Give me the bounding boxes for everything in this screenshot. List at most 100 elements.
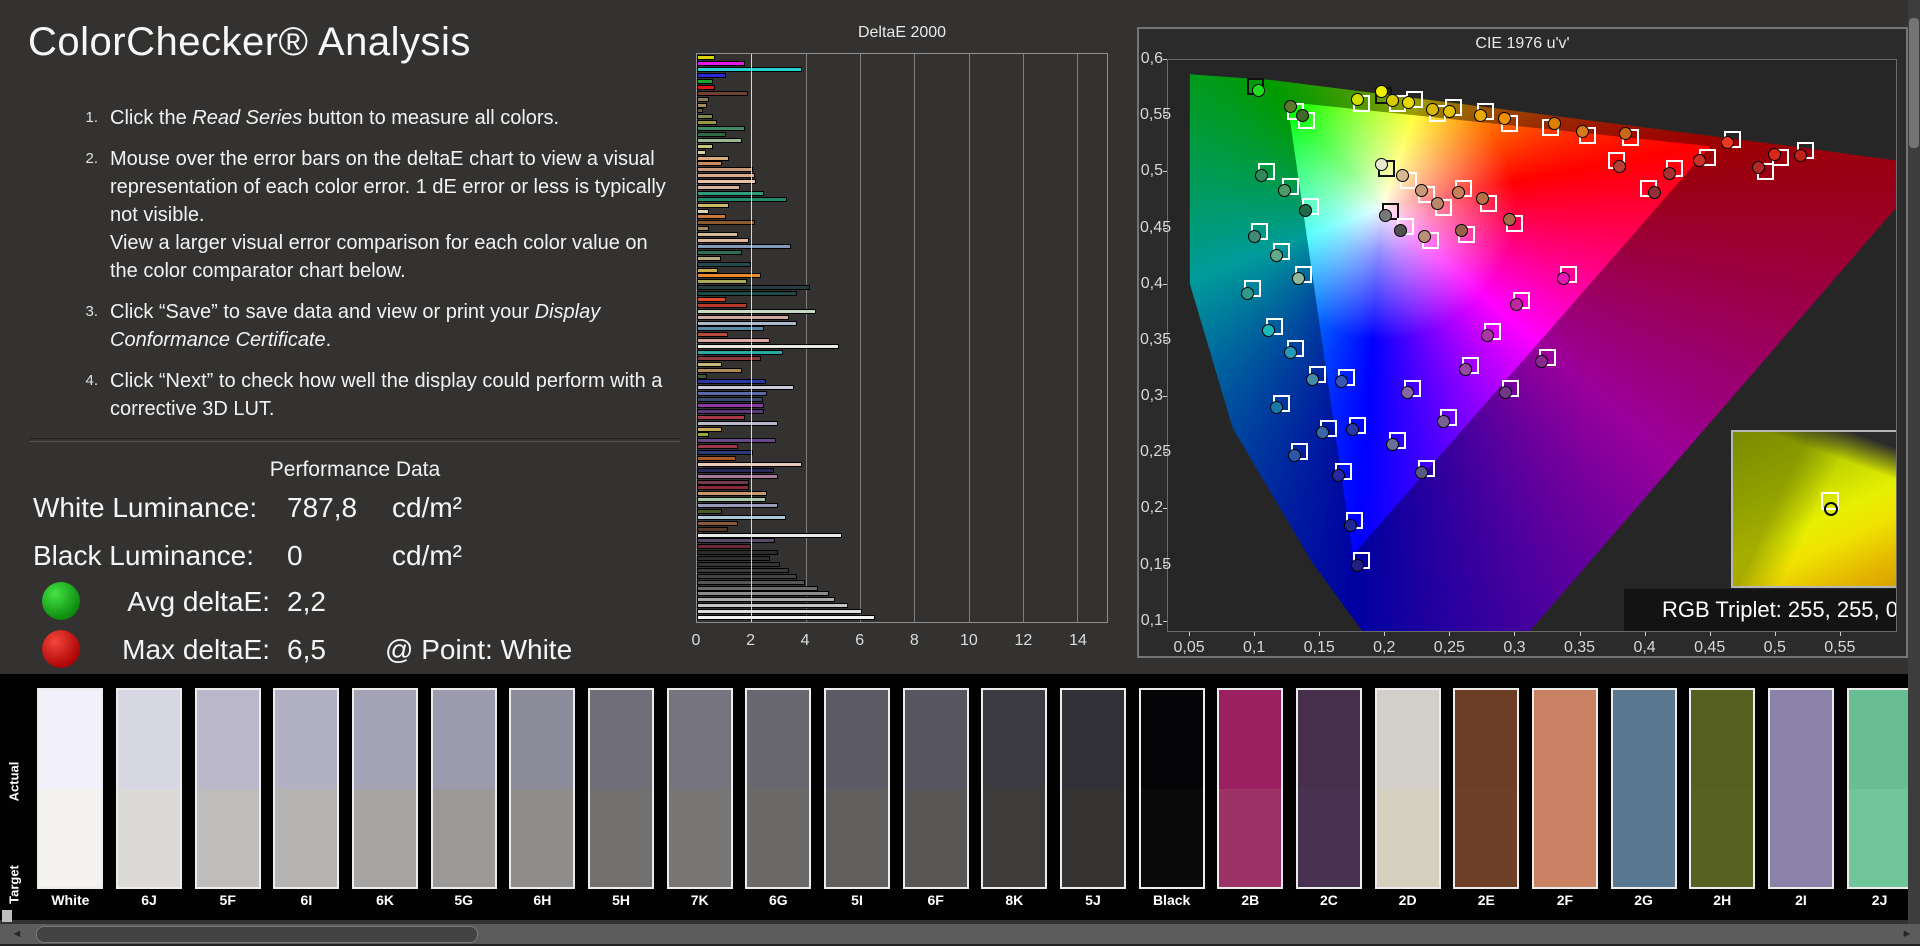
swatch-tile-2H[interactable]: [1689, 688, 1755, 889]
horizontal-scrollbar[interactable]: ◄ ►: [0, 924, 1920, 944]
deltae-error-bar[interactable]: [697, 167, 753, 172]
deltae-error-bar[interactable]: [697, 150, 706, 155]
deltae-error-bar[interactable]: [697, 491, 767, 496]
deltae-error-bar[interactable]: [697, 521, 738, 526]
deltae-error-bar[interactable]: [697, 603, 848, 608]
deltae-error-bar[interactable]: [697, 326, 764, 331]
deltae-error-bar[interactable]: [697, 597, 835, 602]
scroll-right-arrow-icon[interactable]: ►: [1898, 924, 1916, 944]
deltae-error-bar[interactable]: [697, 291, 797, 296]
deltae-error-bar[interactable]: [697, 609, 862, 614]
deltae-error-bar[interactable]: [697, 203, 729, 208]
swatch-tile-2D[interactable]: [1375, 688, 1441, 889]
swatch-tile-2J[interactable]: [1847, 688, 1913, 889]
deltae-error-bar[interactable]: [697, 262, 751, 267]
deltae-error-bar[interactable]: [697, 309, 816, 314]
deltae-error-bar[interactable]: [697, 591, 829, 596]
swatch-tile-5I[interactable]: [824, 688, 890, 889]
deltae-error-bar[interactable]: [697, 586, 818, 591]
swatch-tile-6G[interactable]: [745, 688, 811, 889]
deltae-error-bar[interactable]: [697, 344, 839, 349]
deltae-error-bar[interactable]: [697, 268, 718, 273]
deltae-error-bar[interactable]: [697, 515, 786, 520]
deltae-error-bar[interactable]: [697, 456, 736, 461]
deltae-error-bar[interactable]: [697, 85, 715, 90]
deltae-error-bar[interactable]: [697, 432, 709, 437]
deltae-error-bar[interactable]: [697, 297, 726, 302]
deltae-error-bar[interactable]: [697, 362, 722, 367]
deltae-error-bar[interactable]: [697, 379, 766, 384]
deltae-error-bar[interactable]: [697, 197, 787, 202]
deltae-error-bar[interactable]: [697, 214, 726, 219]
deltae-error-bar[interactable]: [697, 332, 728, 337]
swatch-tile-2F[interactable]: [1532, 688, 1598, 889]
deltae-error-bar[interactable]: [697, 574, 797, 579]
deltae-error-bar[interactable]: [697, 132, 726, 137]
deltae-error-bar[interactable]: [697, 79, 713, 84]
deltae-error-bar[interactable]: [697, 509, 722, 514]
deltae-error-bar[interactable]: [697, 161, 722, 166]
deltae-error-bar[interactable]: [697, 67, 802, 72]
vertical-scrollbar[interactable]: [1908, 0, 1920, 924]
deltae-error-bar[interactable]: [697, 550, 778, 555]
swatch-tile-5G[interactable]: [431, 688, 497, 889]
swatch-tile-2B[interactable]: [1217, 688, 1283, 889]
deltae-error-bar[interactable]: [697, 485, 749, 490]
swatch-tile-5F[interactable]: [195, 688, 261, 889]
swatch-tile-6F[interactable]: [903, 688, 969, 889]
deltae-error-bar[interactable]: [697, 409, 764, 414]
deltae-error-bar[interactable]: [697, 468, 774, 473]
deltae-error-bar[interactable]: [697, 497, 766, 502]
deltae-error-bar[interactable]: [697, 556, 770, 561]
swatch-tile-6H[interactable]: [509, 688, 575, 889]
deltae-error-bar[interactable]: [697, 538, 775, 543]
deltae-error-bar[interactable]: [697, 138, 742, 143]
swatch-tile-5J[interactable]: [1060, 688, 1126, 889]
deltae-error-bar[interactable]: [697, 615, 875, 620]
deltae-error-bar[interactable]: [697, 103, 707, 108]
swatch-tile-8K[interactable]: [981, 688, 1047, 889]
deltae-error-bar[interactable]: [697, 73, 726, 78]
deltae-error-bar[interactable]: [697, 256, 721, 261]
deltae-error-bar[interactable]: [697, 97, 709, 102]
deltae-error-bar[interactable]: [697, 114, 713, 119]
deltae-chart[interactable]: [696, 53, 1108, 623]
swatch-tile-6K[interactable]: [352, 688, 418, 889]
deltae-error-bar[interactable]: [697, 480, 749, 485]
scroll-left-arrow-icon[interactable]: ◄: [8, 924, 26, 944]
deltae-error-bar[interactable]: [697, 244, 791, 249]
deltae-error-bar[interactable]: [697, 108, 703, 113]
deltae-error-bar[interactable]: [697, 462, 802, 467]
deltae-error-bar[interactable]: [697, 285, 810, 290]
deltae-error-bar[interactable]: [697, 144, 713, 149]
swatch-tile-Black[interactable]: [1139, 688, 1205, 889]
deltae-error-bar[interactable]: [697, 397, 763, 402]
deltae-error-bar[interactable]: [697, 427, 722, 432]
deltae-error-bar[interactable]: [697, 185, 740, 190]
deltae-error-bar[interactable]: [697, 368, 742, 373]
deltae-error-bar[interactable]: [697, 438, 776, 443]
deltae-error-bar[interactable]: [697, 238, 749, 243]
deltae-error-bar[interactable]: [697, 61, 745, 66]
vertical-scrollbar-thumb[interactable]: [1909, 18, 1919, 148]
swatch-tile-6I[interactable]: [273, 688, 339, 889]
swatch-tile-2G[interactable]: [1611, 688, 1677, 889]
swatch-tile-2I[interactable]: [1768, 688, 1834, 889]
deltae-error-bar[interactable]: [697, 474, 778, 479]
swatch-tile-2E[interactable]: [1453, 688, 1519, 889]
deltae-error-bar[interactable]: [697, 403, 764, 408]
swatch-tile-2C[interactable]: [1296, 688, 1362, 889]
deltae-error-bar[interactable]: [697, 450, 753, 455]
deltae-error-bar[interactable]: [697, 226, 709, 231]
deltae-error-bar[interactable]: [697, 191, 764, 196]
deltae-error-bar[interactable]: [697, 55, 715, 60]
deltae-error-bar[interactable]: [697, 250, 742, 255]
deltae-error-bar[interactable]: [697, 350, 783, 355]
deltae-error-bar[interactable]: [697, 338, 770, 343]
swatch-tile-7K[interactable]: [667, 688, 733, 889]
deltae-error-bar[interactable]: [697, 220, 755, 225]
deltae-error-bar[interactable]: [697, 374, 707, 379]
deltae-error-bar[interactable]: [697, 444, 738, 449]
deltae-error-bar[interactable]: [697, 209, 709, 214]
deltae-error-bar[interactable]: [697, 91, 748, 96]
